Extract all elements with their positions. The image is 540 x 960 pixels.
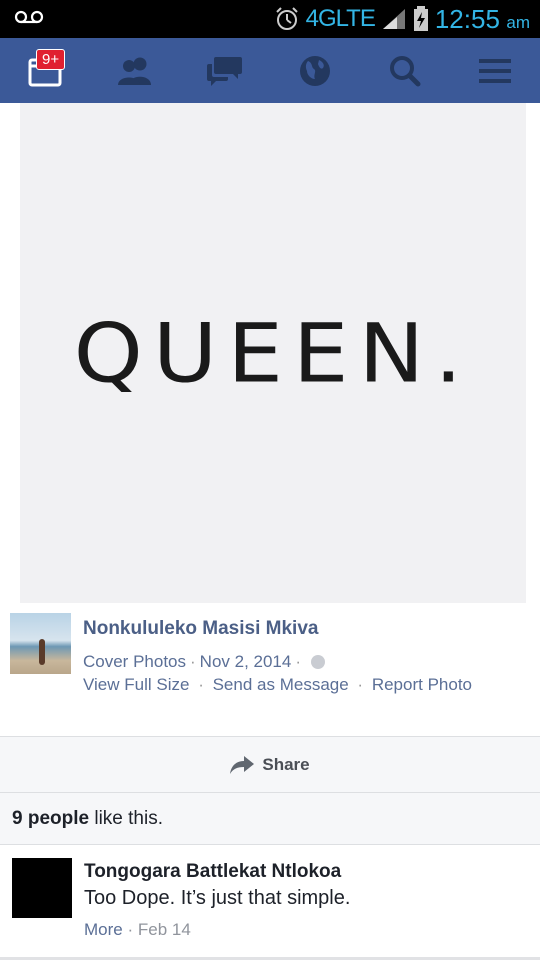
comment-meta: More · Feb 14 <box>84 920 191 940</box>
share-label: Share <box>262 754 310 774</box>
privacy-globe-icon <box>311 655 326 669</box>
clock-ampm: am <box>506 12 530 32</box>
status-bar: 4GLTE 12:55 am <box>0 0 540 38</box>
author-name[interactable]: Nonkululeko Masisi Mkiva <box>83 618 318 640</box>
friends-icon <box>118 57 151 85</box>
comment-date: Feb 14 <box>137 920 191 939</box>
share-button[interactable]: Share <box>0 736 540 793</box>
send-as-message-link[interactable]: Send as Message <box>213 675 349 694</box>
view-full-size-link[interactable]: View Full Size <box>83 675 189 694</box>
author-avatar[interactable] <box>10 613 71 674</box>
comment-text: Too Dope. It’s just that simple. <box>84 887 351 909</box>
report-photo-link[interactable]: Report Photo <box>372 675 472 694</box>
photo-meta: Nonkululeko Masisi Mkiva Cover Photos · … <box>0 603 540 736</box>
likes-count: 9 people <box>12 808 90 829</box>
share-arrow-icon <box>230 755 255 774</box>
voicemail-icon <box>14 10 44 24</box>
network-type: 4GLTE <box>305 5 376 32</box>
nav-notifications[interactable]: 9+ <box>0 38 90 103</box>
comment-item: Tongogara Battlekat Ntlokoa Too Dope. It… <box>0 845 540 960</box>
avatar-figure <box>39 639 45 665</box>
likes-suffix: like this. <box>94 808 163 829</box>
search-icon <box>390 55 421 86</box>
separator-dot: · <box>295 652 302 671</box>
globe-icon <box>300 55 330 86</box>
post-date[interactable]: Nov 2, 2014 <box>200 652 292 672</box>
messages-icon <box>207 56 242 86</box>
separator-dot: · <box>357 675 364 694</box>
nav-search[interactable] <box>360 38 450 103</box>
post-photo[interactable]: QUEEN. <box>20 103 526 603</box>
separator-dot: · <box>127 920 138 939</box>
separator-dot: · <box>190 652 196 671</box>
comment-more-link[interactable]: More <box>84 920 123 939</box>
likes-summary[interactable]: 9 people like this. <box>0 793 540 845</box>
photo-text: QUEEN. <box>73 305 473 401</box>
signal-icon <box>382 9 405 29</box>
nav-messages[interactable] <box>180 38 270 103</box>
commenter-avatar[interactable] <box>12 858 72 918</box>
photo-info-line: Cover Photos · Nov 2, 2014 · <box>83 652 326 672</box>
alarm-icon <box>275 7 298 30</box>
nav-friends[interactable] <box>90 38 180 103</box>
nav-menu[interactable] <box>450 38 540 103</box>
album-link[interactable]: Cover Photos <box>83 652 186 672</box>
battery-charging-icon <box>413 6 428 31</box>
menu-icon <box>479 58 511 83</box>
clock-time: 12:55 <box>434 3 500 34</box>
separator-dot: · <box>198 675 204 694</box>
top-nav-bar: 9+ <box>0 38 540 103</box>
nav-globe[interactable] <box>270 38 360 103</box>
notification-badge: 9+ <box>36 49 66 70</box>
commenter-name[interactable]: Tongogara Battlekat Ntlokoa <box>84 861 341 883</box>
photo-actions-line: View Full Size · Send as Message · Repor… <box>83 675 472 695</box>
